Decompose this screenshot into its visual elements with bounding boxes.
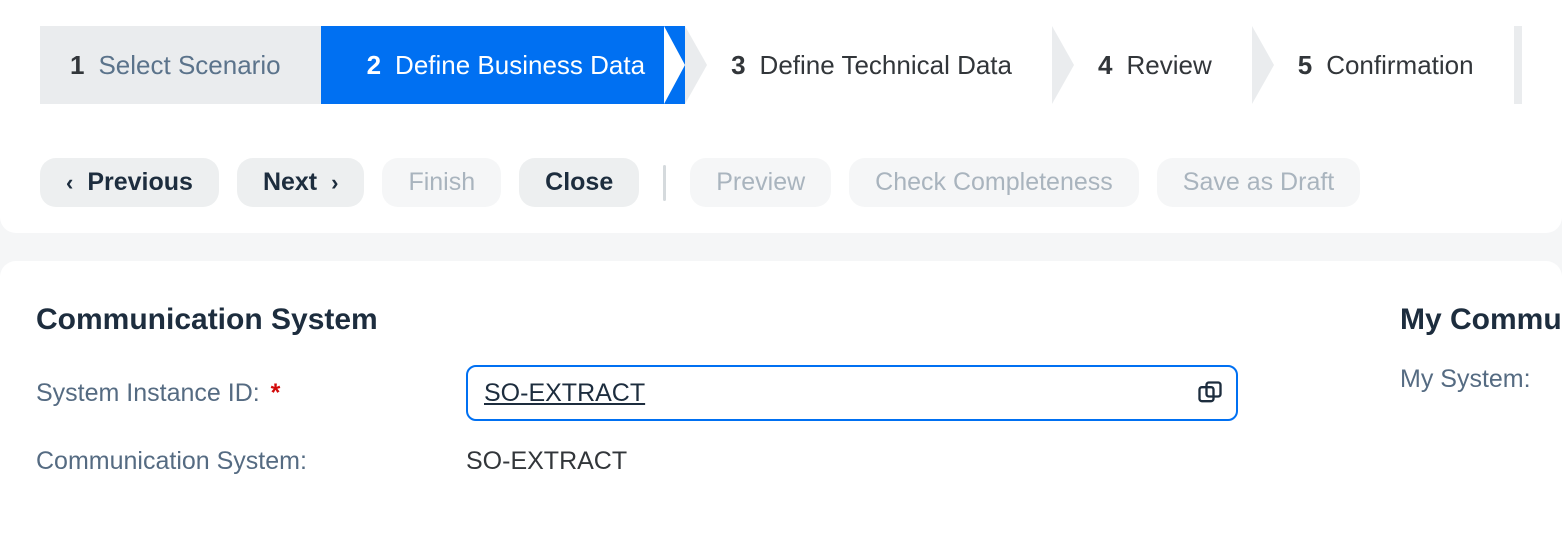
section-title: My Communication	[1400, 303, 1562, 337]
step-label: Define Business Data	[395, 50, 645, 81]
wizard-step-1[interactable]: 1 Select Scenario	[40, 26, 321, 104]
chevron-left-icon: ‹	[66, 170, 73, 196]
wizard-steps: 1 Select Scenario 2 Define Business Data…	[40, 26, 1522, 104]
my-system-row: My System:	[1400, 365, 1562, 394]
next-button[interactable]: Next ›	[237, 158, 365, 207]
communication-system-row: Communication System: SO-EXTRACT	[36, 447, 1356, 476]
wizard-trail	[1514, 26, 1522, 104]
step-number: 4	[1098, 50, 1112, 81]
button-label: Preview	[716, 168, 805, 197]
button-label: Previous	[87, 168, 193, 197]
communication-system-value: SO-EXTRACT	[466, 447, 627, 476]
field-label: System Instance ID: *	[36, 379, 466, 408]
step-label: Define Technical Data	[760, 50, 1012, 81]
wizard-step-2[interactable]: 2 Define Business Data	[321, 26, 686, 104]
finish-button[interactable]: Finish	[382, 158, 501, 207]
field-label: My System:	[1400, 365, 1531, 394]
toolbar-divider	[663, 165, 666, 201]
system-instance-id-row: System Instance ID: *	[36, 365, 1356, 421]
step-label: Review	[1126, 50, 1211, 81]
system-instance-id-input-wrap	[466, 365, 1238, 421]
step-label: Confirmation	[1326, 50, 1473, 81]
button-label: Next	[263, 168, 317, 197]
button-label: Check Completeness	[875, 168, 1113, 197]
check-completeness-button[interactable]: Check Completeness	[849, 158, 1139, 207]
step-number: 2	[367, 50, 381, 81]
section-title: Communication System	[36, 303, 1356, 337]
label-text: System Instance ID:	[36, 379, 260, 407]
save-as-draft-button[interactable]: Save as Draft	[1157, 158, 1360, 207]
chevron-right-icon: ›	[331, 170, 338, 196]
wizard-step-4[interactable]: 4 Review	[1052, 26, 1252, 104]
button-label: Finish	[408, 168, 475, 197]
wizard-toolbar-card: 1 Select Scenario 2 Define Business Data…	[0, 0, 1562, 233]
value-help-icon[interactable]	[1196, 379, 1224, 407]
wizard-step-5[interactable]: 5 Confirmation	[1252, 26, 1514, 104]
button-label: Save as Draft	[1183, 168, 1334, 197]
step-number: 5	[1298, 50, 1312, 81]
required-indicator: *	[271, 379, 281, 407]
previous-button[interactable]: ‹ Previous	[40, 158, 219, 207]
wizard-step-3[interactable]: 3 Define Technical Data	[685, 26, 1052, 104]
step-label: Select Scenario	[98, 50, 280, 81]
step-number: 1	[70, 50, 84, 81]
wizard-toolbar: ‹ Previous Next › Finish Close Preview C…	[40, 158, 1522, 207]
button-label: Close	[545, 168, 613, 197]
form-card: Communication System System Instance ID:…	[0, 261, 1562, 542]
field-label: Communication System:	[36, 447, 466, 476]
step-number: 3	[731, 50, 745, 81]
close-button[interactable]: Close	[519, 158, 639, 207]
my-communication-section: My Communication My System:	[1356, 303, 1562, 502]
preview-button[interactable]: Preview	[690, 158, 831, 207]
system-instance-id-input[interactable]	[466, 365, 1238, 421]
communication-system-section: Communication System System Instance ID:…	[36, 303, 1356, 502]
